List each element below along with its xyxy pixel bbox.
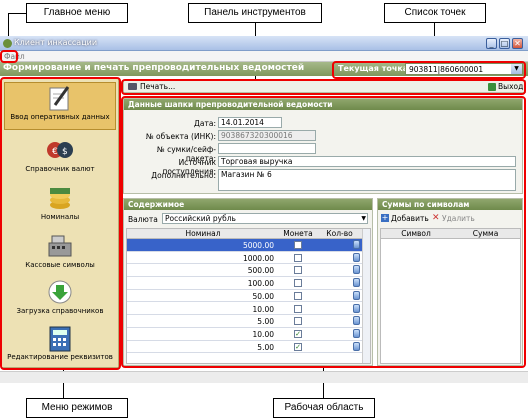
highlight-toolbar — [121, 79, 526, 95]
highlight-work-area — [121, 96, 526, 368]
maximize-button[interactable]: □ — [499, 38, 510, 49]
highlight-modes-menu — [0, 77, 121, 370]
app-icon — [3, 39, 12, 48]
highlight-points-list — [332, 61, 526, 79]
minimize-button[interactable]: _ — [486, 38, 497, 49]
status-bar — [0, 371, 528, 383]
callout-work-area: Рабочая область — [273, 398, 375, 418]
close-button[interactable]: ✕ — [512, 38, 523, 49]
window-titlebar: Клиент инкассации _ □ ✕ — [0, 36, 528, 51]
highlight-main-menu — [0, 50, 18, 63]
callout-main-menu: Главное меню — [26, 3, 128, 23]
page-title: Формирование и печать препроводительных … — [3, 63, 305, 73]
callout-modes-menu: Меню режимов — [26, 398, 128, 418]
callout-points-list: Список точек — [384, 3, 486, 23]
window-title: Клиент инкассации — [14, 38, 98, 47]
callout-toolbar: Панель инструментов — [188, 3, 322, 23]
